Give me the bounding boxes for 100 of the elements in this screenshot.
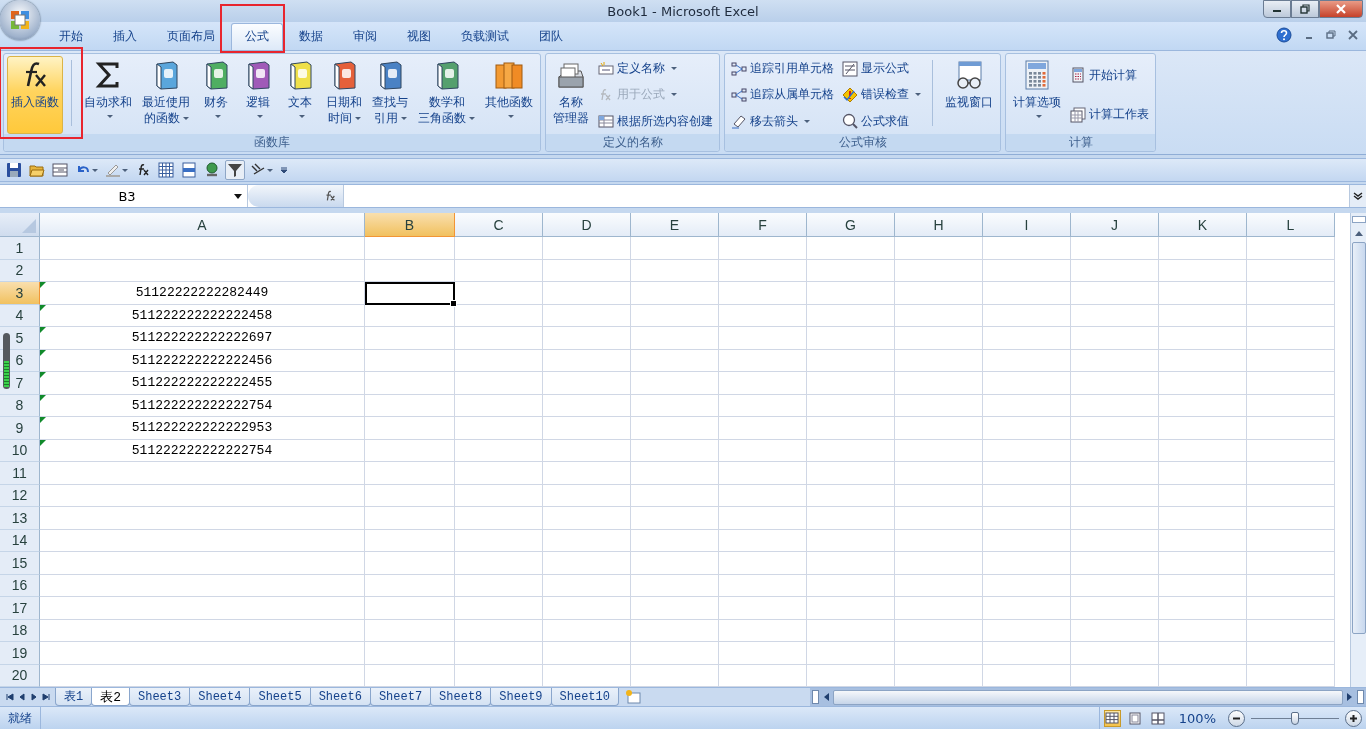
ribbon-button[interactable]: 定义名称 bbox=[595, 58, 716, 80]
first-sheet-icon[interactable] bbox=[6, 693, 14, 701]
ribbon-button[interactable]: 移去箭头 bbox=[728, 110, 837, 132]
restore-icon[interactable] bbox=[1326, 30, 1336, 40]
scroll-thumb[interactable] bbox=[833, 689, 1343, 705]
page-break-button[interactable] bbox=[1149, 709, 1167, 727]
ribbon-button[interactable]: 追踪从属单元格 bbox=[728, 84, 837, 106]
row-header[interactable]: 17 bbox=[0, 597, 40, 620]
row-header[interactable]: 12 bbox=[0, 484, 40, 507]
ribbon-button[interactable]: 逻辑 bbox=[238, 56, 278, 134]
help-icon[interactable] bbox=[1276, 27, 1292, 43]
rows-button[interactable] bbox=[179, 160, 199, 180]
sheet-tab[interactable]: Sheet8 bbox=[430, 688, 492, 706]
ribbon-tab[interactable]: 插入 bbox=[99, 23, 151, 50]
ribbon-button[interactable]: 计算选项 bbox=[1009, 56, 1065, 134]
customize-button[interactable] bbox=[278, 164, 290, 176]
row-header[interactable]: 8 bbox=[0, 394, 40, 417]
ribbon-tab[interactable]: 开始 bbox=[45, 23, 97, 50]
ribbon-tab[interactable]: 团队 bbox=[525, 23, 577, 50]
up-arrow-icon[interactable] bbox=[1354, 230, 1363, 236]
ribbon-button[interactable]: 日期和 时间 bbox=[322, 56, 366, 134]
sheet-tab[interactable]: Sheet9 bbox=[490, 688, 552, 706]
column-header[interactable]: L bbox=[1247, 213, 1335, 237]
zoom-in-button[interactable] bbox=[1345, 709, 1362, 727]
row-header[interactable]: 1 bbox=[0, 237, 40, 260]
ribbon-button[interactable]: 显示公式 bbox=[839, 58, 924, 80]
restore-button[interactable] bbox=[1291, 0, 1319, 18]
sheet-tab[interactable]: Sheet6 bbox=[309, 688, 371, 706]
row-header[interactable]: 3 bbox=[0, 282, 40, 305]
previous-sheet-icon[interactable] bbox=[18, 693, 26, 701]
column-header[interactable]: B bbox=[365, 213, 455, 237]
column-header[interactable]: K bbox=[1159, 213, 1247, 237]
ribbon-tab[interactable]: 公式 bbox=[231, 23, 283, 50]
sheet-tab[interactable]: Sheet5 bbox=[249, 688, 311, 706]
last-sheet-icon[interactable] bbox=[42, 693, 50, 701]
office-button[interactable] bbox=[0, 0, 40, 40]
zoom-out-button[interactable] bbox=[1228, 709, 1245, 727]
sheet-tab[interactable]: 表1 bbox=[55, 688, 93, 706]
column-header[interactable]: C bbox=[455, 213, 543, 237]
filter-button[interactable] bbox=[225, 160, 245, 180]
row-header[interactable]: 4 bbox=[0, 304, 40, 327]
sheet-tab[interactable]: Sheet4 bbox=[189, 688, 251, 706]
page-layout-button[interactable] bbox=[1126, 709, 1144, 727]
fill-handle[interactable] bbox=[450, 299, 457, 307]
vertical-scrollbar[interactable] bbox=[1350, 213, 1366, 687]
split-handle[interactable] bbox=[1357, 690, 1364, 704]
ribbon-button[interactable]: 监视窗口 bbox=[941, 56, 997, 134]
scroll-thumb[interactable] bbox=[1351, 242, 1366, 634]
row-header[interactable]: 10 bbox=[0, 439, 40, 462]
sheet-tab[interactable]: Sheet10 bbox=[550, 688, 619, 706]
normal-view-button[interactable] bbox=[1103, 709, 1121, 727]
row-header[interactable]: 2 bbox=[0, 259, 40, 282]
active-cell[interactable] bbox=[365, 282, 455, 305]
right-arrow-icon[interactable] bbox=[1347, 693, 1353, 701]
ribbon-button[interactable]: 最近使用 的函数 bbox=[138, 56, 194, 134]
sheet-tab[interactable]: 表2 bbox=[91, 688, 130, 706]
close-icon[interactable] bbox=[1348, 30, 1358, 40]
row-header[interactable]: 18 bbox=[0, 619, 40, 642]
ribbon-button[interactable]: 追踪引用单元格 bbox=[728, 58, 837, 80]
column-header[interactable]: A bbox=[40, 213, 365, 237]
ribbon-tab[interactable]: 页面布局 bbox=[153, 23, 229, 50]
row-header[interactable]: 11 bbox=[0, 462, 40, 485]
ribbon-tab[interactable]: 审阅 bbox=[339, 23, 391, 50]
ribbon-tab[interactable]: 视图 bbox=[393, 23, 445, 50]
ribbon-button[interactable]: 查找与 引用 bbox=[368, 56, 412, 134]
row-header[interactable]: 19 bbox=[0, 642, 40, 665]
ribbon-button[interactable]: 文本 bbox=[280, 56, 320, 134]
row-header[interactable]: 13 bbox=[0, 507, 40, 530]
ribbon-button[interactable]: 计算工作表 bbox=[1067, 104, 1152, 126]
close-button[interactable] bbox=[1319, 0, 1363, 18]
ribbon-button[interactable]: 数学和 三角函数 bbox=[414, 56, 479, 134]
name-box[interactable]: B3 bbox=[0, 185, 248, 207]
ribbon-button[interactable]: 插入函数 bbox=[7, 56, 63, 134]
slider-thumb[interactable] bbox=[1291, 711, 1299, 725]
row-header[interactable]: 9 bbox=[0, 417, 40, 440]
row-header[interactable]: 16 bbox=[0, 574, 40, 597]
ribbon-tab[interactable]: 负载测试 bbox=[447, 23, 523, 50]
ribbon-button[interactable]: 其他函数 bbox=[481, 56, 537, 134]
save-button[interactable] bbox=[4, 160, 24, 180]
column-header[interactable]: I bbox=[983, 213, 1071, 237]
ribbon-button[interactable]: 名称 管理器 bbox=[549, 56, 593, 134]
sheet-tab[interactable]: Sheet3 bbox=[129, 688, 191, 706]
ribbon-button[interactable]: 根据所选内容创建 bbox=[595, 110, 716, 132]
split-handle[interactable] bbox=[1351, 216, 1366, 223]
next-sheet-icon[interactable] bbox=[30, 693, 38, 701]
expand-button[interactable] bbox=[1349, 185, 1366, 207]
horizontal-scrollbar[interactable] bbox=[810, 688, 1366, 706]
column-header[interactable]: D bbox=[543, 213, 631, 237]
ribbon-tab[interactable]: 数据 bbox=[285, 23, 337, 50]
ribbon-button[interactable]: 错误检查 bbox=[839, 84, 924, 106]
ribbon-button[interactable]: 开始计算 bbox=[1067, 64, 1152, 86]
row-header[interactable]: 14 bbox=[0, 529, 40, 552]
column-header[interactable]: G bbox=[807, 213, 895, 237]
minimize-button[interactable] bbox=[1263, 0, 1291, 18]
ribbon-button[interactable]: 公式求值 bbox=[839, 110, 924, 132]
ribbon-button[interactable]: 财务 bbox=[196, 56, 236, 134]
column-header[interactable]: J bbox=[1071, 213, 1159, 237]
row-header[interactable]: 20 bbox=[0, 664, 40, 687]
grid-button[interactable] bbox=[156, 160, 176, 180]
form-button[interactable] bbox=[50, 160, 70, 180]
